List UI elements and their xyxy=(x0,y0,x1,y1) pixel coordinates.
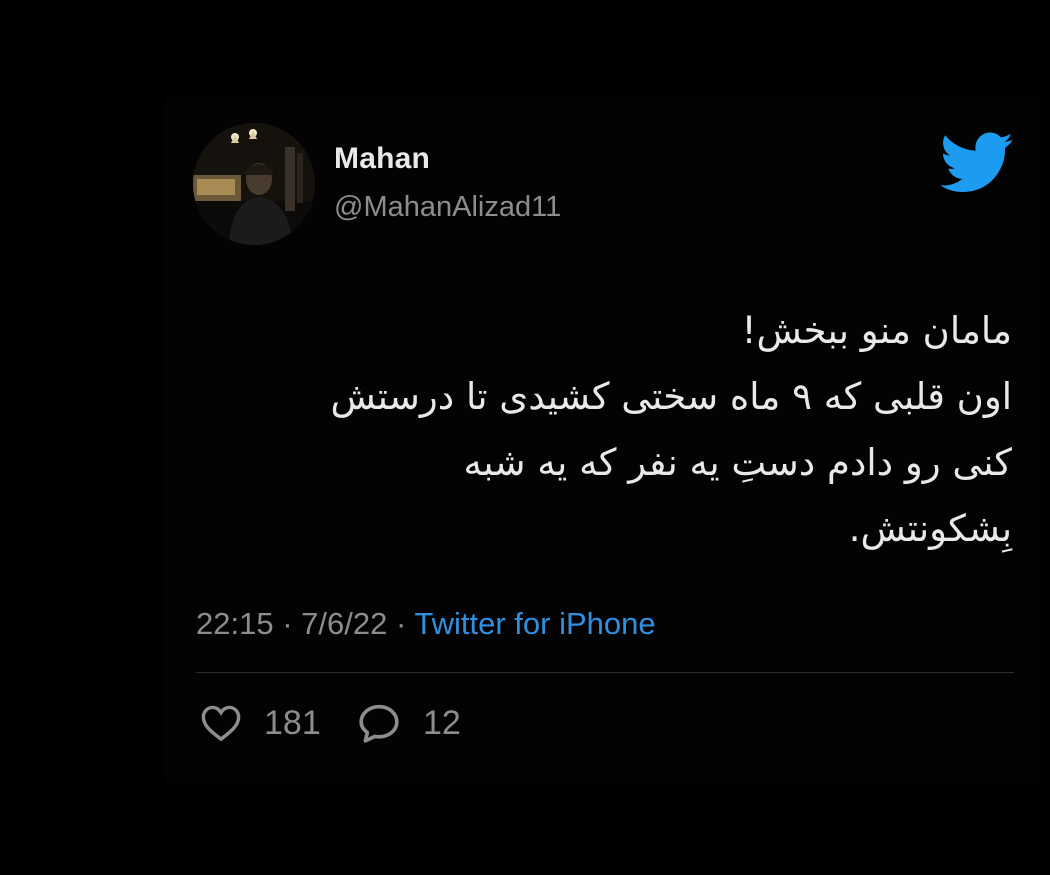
avatar[interactable] xyxy=(193,123,315,245)
twitter-bird-icon xyxy=(940,132,1013,192)
tweet-time[interactable]: 22:15 xyxy=(196,606,274,641)
tweet-line: اون قلبی که ۹ ماه سختی کشیدی تا درستش xyxy=(330,375,1012,418)
tweet-line: کنی رو دادم دستِ یه نفر که یه شبه xyxy=(463,441,1012,484)
avatar-photo xyxy=(193,123,315,245)
divider xyxy=(196,672,1014,673)
reply-count: 12 xyxy=(423,703,461,742)
meta-separator: · xyxy=(395,606,407,641)
screenshot-canvas: Mahan @MahanAlizad11 مامان منو ببخش! اون… xyxy=(0,0,1050,875)
comment-icon xyxy=(359,704,399,743)
tweet-source-link[interactable]: Twitter for iPhone xyxy=(414,606,655,641)
tweet-meta: 22:15 · 7/6/22 · Twitter for iPhone xyxy=(196,606,656,642)
tweet-text: مامان منو ببخش! اون قلبی که ۹ ماه سختی ک… xyxy=(222,298,1012,562)
author-handle[interactable]: @MahanAlizad11 xyxy=(334,191,561,224)
like-count: 181 xyxy=(264,703,321,742)
meta-separator: · xyxy=(282,606,293,641)
tweet-line: مامان منو ببخش! xyxy=(741,309,1012,352)
heart-icon xyxy=(201,705,241,742)
tweet-line: بِشکونتش. xyxy=(848,507,1012,550)
author-display-name[interactable]: Mahan xyxy=(334,142,430,176)
like-button[interactable]: 181 xyxy=(200,700,321,746)
tweet-date[interactable]: 7/6/22 xyxy=(301,606,387,641)
reply-button[interactable]: 12 xyxy=(357,700,461,746)
